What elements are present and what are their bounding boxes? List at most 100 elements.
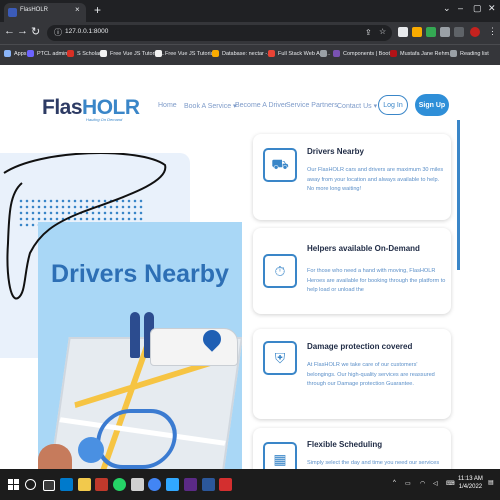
new-tab-button[interactable]: + <box>94 4 101 16</box>
logo-tagline: Hauling On Demand <box>86 117 123 122</box>
wifi-icon[interactable]: ◠ <box>420 480 425 487</box>
photoshop-icon[interactable] <box>166 478 179 491</box>
feature-title: Damage protection covered <box>307 342 413 351</box>
signup-button[interactable]: Sign Up <box>415 94 449 116</box>
clock[interactable]: 11:13 AM 1/4/2022 <box>458 475 483 491</box>
site-info-icon[interactable]: ⓘ <box>54 27 62 38</box>
bookmark-favicon-icon <box>27 50 34 57</box>
tab-close-icon[interactable]: × <box>75 5 80 14</box>
clock-truck-icon: ⏱ <box>263 254 297 288</box>
windows-start-icon[interactable] <box>8 479 19 490</box>
task-view-icon[interactable] <box>43 480 55 491</box>
bookmark-favicon-icon <box>100 50 107 57</box>
reading-list[interactable]: Reading list <box>450 50 489 57</box>
browser-toolbar: ← → ↻ ⓘ 127.0.0.1:8000 ⇪ ☆ ⋮ <box>0 22 500 44</box>
word-icon[interactable] <box>202 478 215 491</box>
reload-icon[interactable]: ↻ <box>31 25 40 38</box>
taskbar: ^ ▭ ◠ ◁ ⌨ 11:13 AM 1/4/2022 ▤ <box>0 469 500 500</box>
bookmark-item[interactable] <box>320 50 330 57</box>
nav-book-a-service[interactable]: Book A Service ▾ <box>184 102 237 110</box>
home-pin-icon <box>78 437 104 463</box>
feature-text: At FlasHOLR we take care of our customer… <box>307 362 435 388</box>
feature-text: For those who need a hand with moving, F… <box>307 268 446 294</box>
extension-icon[interactable] <box>412 27 422 37</box>
feature-card: ▦ Flexible Scheduling Simply select the … <box>253 428 451 469</box>
start-tile <box>14 485 19 490</box>
bookmark-item[interactable]: Database: nectar -... <box>212 50 272 57</box>
tab-favicon-icon <box>8 8 17 17</box>
profile-avatar[interactable] <box>470 27 480 37</box>
driver-figure <box>130 312 140 358</box>
bookmark-star-icon[interactable]: ☆ <box>379 27 386 36</box>
feature-text: Simply select the day and time you need … <box>307 460 440 466</box>
feature-title: Drivers Nearby <box>307 147 364 156</box>
file-explorer-icon[interactable] <box>78 478 91 491</box>
bookmark-apps[interactable]: Apps <box>4 50 27 57</box>
forward-icon[interactable]: → <box>17 25 28 37</box>
extension-icon[interactable] <box>398 27 408 37</box>
box-shield-icon: ⛨ <box>263 341 297 375</box>
search-icon[interactable] <box>25 479 36 490</box>
whatsapp-icon[interactable] <box>113 478 126 491</box>
feature-card: ⛟ Drivers Nearby Our FlasHOLR cars and d… <box>253 134 451 220</box>
nav-become-a-driver[interactable]: Become A Driver <box>235 102 287 109</box>
extension-icon[interactable] <box>426 27 436 37</box>
terminal-icon[interactable] <box>131 478 144 491</box>
browser-tab[interactable]: FlasHOLR × <box>4 3 86 22</box>
tray-chevron-icon[interactable]: ^ <box>393 480 396 486</box>
logo-text: Flas <box>42 96 83 119</box>
bookmark-favicon-icon <box>212 50 219 57</box>
browser-tab-strip: FlasHOLR × + ⌄ – ▢ ✕ <box>0 0 500 22</box>
bookmark-favicon-icon <box>333 50 340 57</box>
tab-search-icon[interactable]: ⌄ <box>443 3 451 14</box>
chrome-icon[interactable] <box>148 478 161 491</box>
filezilla-icon[interactable] <box>95 478 108 491</box>
feature-title: Helpers available On-Demand <box>307 244 420 253</box>
character-figure <box>38 444 72 469</box>
hand-drawn-scribble <box>3 153 167 300</box>
nav-home[interactable]: Home <box>158 102 177 109</box>
van-graphic <box>150 328 238 366</box>
nav-service-partners[interactable]: Service Partners <box>286 102 338 109</box>
maximize-icon[interactable]: ▢ <box>473 3 482 14</box>
clock-time: 11:13 AM <box>458 476 483 482</box>
bookmark-favicon-icon <box>268 50 275 57</box>
route-line <box>92 409 181 469</box>
extension-icon[interactable] <box>440 27 450 37</box>
visual-studio-icon[interactable] <box>184 478 197 491</box>
notification-icon[interactable]: ▤ <box>488 479 494 486</box>
back-icon[interactable]: ← <box>4 25 15 37</box>
share-icon[interactable]: ⇪ <box>365 28 372 37</box>
address-bar[interactable]: ⓘ 127.0.0.1:8000 ⇪ ☆ <box>47 25 392 41</box>
minimize-icon[interactable]: – <box>458 3 463 13</box>
login-button[interactable]: Log In <box>378 95 408 115</box>
puzzle-icon[interactable] <box>454 27 464 37</box>
battery-icon[interactable]: ▭ <box>405 480 411 487</box>
apps-grid-icon <box>4 50 11 57</box>
menu-kebab-icon[interactable]: ⋮ <box>488 26 497 37</box>
clock-date: 1/4/2022 <box>458 484 483 490</box>
bookmark-item[interactable]: Free Vue JS Tutorial... <box>155 50 220 57</box>
reading-list-icon <box>450 50 457 57</box>
bookmark-favicon-icon <box>390 50 397 57</box>
nav-contact-us[interactable]: Contact Us ▾ <box>337 102 377 110</box>
bookmark-item[interactable]: Mustafa Jane Rehm... <box>390 50 454 57</box>
bookmark-item[interactable]: Components | Boot... <box>333 50 395 57</box>
close-window-icon[interactable]: ✕ <box>488 3 496 14</box>
bookmark-item[interactable]: PTCL admin <box>27 50 67 57</box>
url-text: 127.0.0.1:8000 <box>65 28 109 35</box>
feature-text: Our FlasHOLR cars and drivers are maximu… <box>307 167 444 193</box>
pdf-reader-icon[interactable] <box>219 478 232 491</box>
start-tile <box>8 485 13 490</box>
logo-accent-text: HOLR <box>82 96 140 119</box>
vscode-icon[interactable] <box>60 478 73 491</box>
feature-card: ⏱ Helpers available On-Demand For those … <box>253 228 451 314</box>
language-indicator-icon[interactable]: ⌨ <box>446 480 455 487</box>
bookmark-item[interactable]: S Scholar <box>67 50 101 57</box>
bookmark-favicon-icon <box>155 50 162 57</box>
features-scroll-indicator <box>457 120 460 270</box>
bookmark-favicon-icon <box>67 50 74 57</box>
bookmark-favicon-icon <box>320 50 327 57</box>
volume-icon[interactable]: ◁ <box>433 480 438 487</box>
web-page: FlasHOLR Hauling On Demand Home Book A S… <box>0 65 500 469</box>
